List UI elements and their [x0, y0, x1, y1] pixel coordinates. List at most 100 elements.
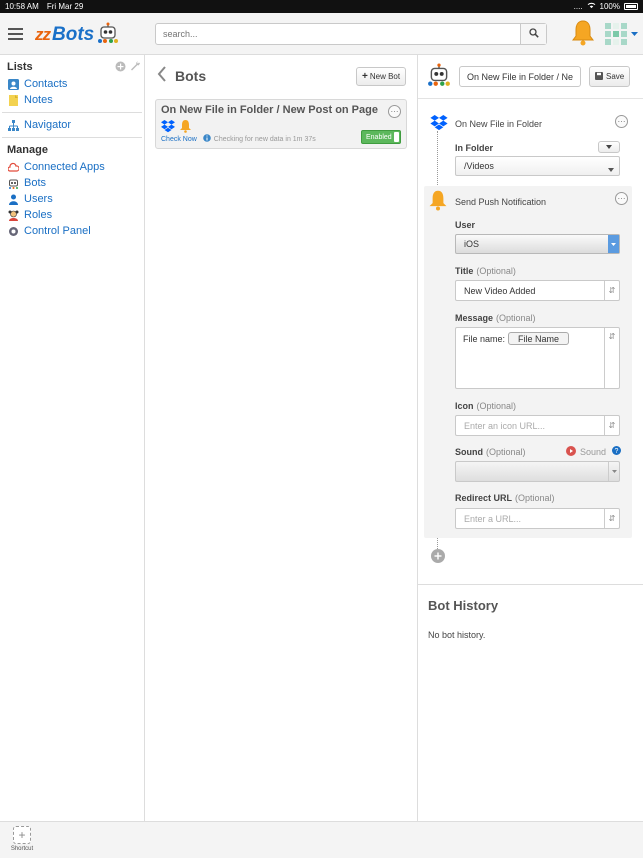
insert-field-icon[interactable]: ⇵ [604, 509, 619, 528]
sound-optional: (Optional) [486, 447, 526, 457]
more-options-icon[interactable]: ··· [388, 105, 401, 118]
play-sound-button[interactable]: Sound [566, 446, 606, 458]
wrench-icon[interactable] [129, 60, 140, 74]
insert-field-icon[interactable]: ⇵ [604, 328, 619, 388]
wifi-icon [587, 2, 596, 11]
user-value: iOS [464, 239, 480, 249]
search-input[interactable] [156, 24, 520, 44]
sidebar-item-label: Navigator [24, 119, 72, 131]
logo[interactable]: zz Bots [35, 22, 119, 47]
back-arrow-icon[interactable] [157, 62, 167, 88]
sidebar-item-navigator[interactable]: Navigator [0, 117, 144, 133]
robot-icon [97, 22, 119, 47]
title-input[interactable]: New Video Added ⇵ [455, 280, 620, 301]
redirect-optional: (Optional) [515, 493, 555, 503]
bot-card[interactable]: On New File in Folder / New Post on Page… [155, 99, 407, 149]
enabled-toggle[interactable]: Enabled [361, 130, 401, 144]
folder-options-button[interactable] [598, 141, 620, 153]
redirect-label-text: Redirect URL [455, 493, 513, 503]
action-title: Send Push Notification [455, 197, 547, 207]
redirect-label: Redirect URL (Optional) [455, 493, 555, 503]
title-value: New Video Added [464, 285, 536, 296]
trigger-more-options-icon[interactable]: ··· [615, 115, 628, 128]
sound-select[interactable] [455, 461, 620, 482]
insert-field-icon[interactable]: ⇵ [604, 416, 619, 435]
action-more-options-icon[interactable]: ··· [615, 192, 628, 205]
robot-icon [8, 178, 19, 189]
divider [2, 112, 142, 113]
sidebar-item-bots[interactable]: Bots [0, 175, 144, 191]
sidebar-item-label: Notes [24, 94, 53, 106]
info-icon [202, 134, 211, 144]
shortcut-button[interactable]: + Shortcut [8, 826, 36, 852]
user-select[interactable]: iOS [455, 234, 620, 254]
save-icon [595, 71, 603, 82]
user-icon [8, 194, 19, 205]
sidebar-item-label: Connected Apps [24, 161, 105, 173]
action-step: Send Push Notification ··· User iOS Titl… [424, 186, 632, 538]
icon-url-input[interactable]: Enter an icon URL... ⇵ [455, 415, 620, 436]
bot-name: On New File in Folder / New Post on Page [161, 104, 378, 116]
chevron-down-icon [608, 235, 619, 253]
check-now-link[interactable]: Check Now [161, 136, 197, 143]
play-icon [566, 446, 576, 458]
chevron-down-icon[interactable] [631, 28, 638, 40]
logo-text: Bots [52, 23, 95, 45]
robot-icon [427, 63, 451, 90]
sound-preview-label: Sound [580, 447, 607, 457]
sitemap-icon [8, 119, 19, 131]
add-list-icon[interactable] [115, 61, 126, 75]
editor-header: Save [418, 55, 643, 99]
search-icon [528, 27, 539, 41]
manage-heading: Manage [7, 144, 48, 156]
save-label: Save [606, 72, 625, 81]
enabled-label: Enabled [366, 133, 392, 141]
sidebar-item-label: Contacts [24, 78, 68, 90]
menu-icon[interactable] [8, 28, 23, 43]
sidebar-item-contacts[interactable]: Contacts [0, 76, 144, 92]
help-icon[interactable]: ? [612, 446, 621, 458]
sidebar-item-label: Roles [24, 209, 53, 221]
title-optional: (Optional) [476, 266, 516, 276]
redirect-url-placeholder: Enter a URL... [464, 513, 522, 524]
sidebar: Lists Contacts Notes Navigator Manage Co… [0, 55, 145, 821]
sidebar-item-notes[interactable]: Notes [0, 92, 144, 108]
bot-history-empty: No bot history. [428, 630, 486, 640]
sidebar-item-label: Bots [24, 177, 47, 189]
bell-icon[interactable] [571, 19, 595, 49]
folder-select[interactable]: /Videos [455, 156, 620, 176]
battery-percent: 100% [599, 2, 620, 11]
new-bot-label: New Bot [369, 72, 401, 81]
sidebar-item-label: Control Panel [24, 225, 91, 237]
sound-label: Sound (Optional) [455, 447, 526, 457]
chevron-down-icon [608, 164, 614, 174]
bot-status-text: Checking for new data in 1m 37s [213, 135, 316, 143]
add-step-icon[interactable] [431, 549, 445, 566]
new-bot-button[interactable]: + New Bot [356, 67, 407, 86]
sidebar-item-connected-apps[interactable]: Connected Apps [0, 159, 144, 175]
add-shortcut-icon: + [13, 826, 31, 844]
bot-history-title: Bot History [428, 598, 499, 613]
status-bar: 10:58 AM Fri Mar 29 .... 100% [0, 0, 643, 13]
in-folder-label: In Folder [455, 143, 493, 153]
search-button[interactable] [520, 24, 546, 44]
contacts-icon [8, 78, 19, 90]
save-button[interactable]: Save [589, 66, 631, 87]
cloud-icon [8, 162, 19, 173]
redirect-url-input[interactable]: Enter a URL... ⇵ [455, 508, 620, 529]
divider [418, 584, 643, 585]
bot-editor: Save On New File in Folder ··· In Folder… [418, 55, 643, 821]
dropbox-icon [430, 115, 448, 134]
title-label-text: Title [455, 266, 474, 276]
insert-field-icon[interactable]: ⇵ [604, 281, 619, 300]
bot-name-input[interactable] [459, 66, 581, 87]
message-label: Message (Optional) [455, 313, 536, 323]
file-name-token[interactable]: File Name [508, 332, 569, 345]
grid-app-icon[interactable] [604, 22, 638, 46]
gear-icon [8, 226, 19, 237]
message-prefix: File name: [463, 334, 506, 344]
message-textarea[interactable]: File name: File Name ⇵ [455, 327, 620, 389]
sidebar-item-roles[interactable]: Roles [0, 207, 144, 223]
sidebar-item-users[interactable]: Users [0, 191, 144, 207]
sidebar-item-control-panel[interactable]: Control Panel [0, 223, 144, 239]
